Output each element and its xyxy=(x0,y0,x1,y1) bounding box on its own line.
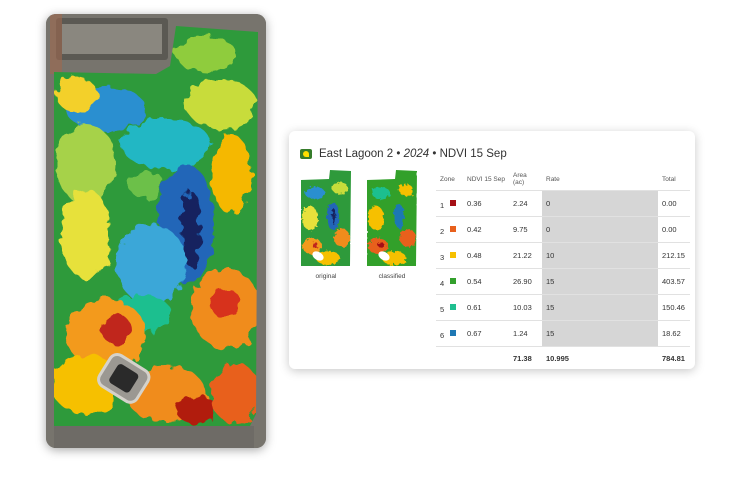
zone-number: 2 xyxy=(440,227,445,236)
average-rate: 10.995 xyxy=(542,346,658,369)
zone-number: 5 xyxy=(440,305,445,314)
totals-zone-cell xyxy=(436,346,463,369)
original-ndvi-thumbnail-image xyxy=(301,170,351,266)
zone-report-card: East Lagoon 2 • 2024 • NDVI 15 Sep origi… xyxy=(289,131,695,369)
zones-table: Zone NDVI 15 Sep Area (ac) Rate Total 10… xyxy=(436,168,690,369)
total-cell: 150.46 xyxy=(658,294,690,321)
title-separator: • xyxy=(393,148,404,160)
total-cell: 403.57 xyxy=(658,268,690,295)
zone-color-swatch-icon xyxy=(450,200,456,207)
table-row: 3 0.48 21.22 10 212.15 xyxy=(436,242,690,269)
rate-input-cell[interactable]: 10 xyxy=(542,242,658,269)
classified-zones-thumbnail-image xyxy=(367,170,417,266)
rate-input-cell[interactable]: 15 xyxy=(542,320,658,347)
rate-input-cell[interactable]: 0 xyxy=(542,190,658,217)
zone-cell: 3 xyxy=(436,242,463,269)
ndvi-cell: 0.36 xyxy=(463,190,509,217)
table-row: 6 0.67 1.24 15 18.62 xyxy=(436,320,690,347)
classified-thumbnail[interactable] xyxy=(366,168,418,268)
zone-number: 4 xyxy=(440,279,445,288)
table-header-row: Zone NDVI 15 Sep Area (ac) Rate Total xyxy=(436,168,690,191)
rate-input-cell[interactable]: 0 xyxy=(542,216,658,243)
area-cell: 9.75 xyxy=(509,216,542,243)
zone-cell: 5 xyxy=(436,294,463,321)
total-cell: 18.62 xyxy=(658,320,690,347)
zone-number: 1 xyxy=(440,201,445,210)
ndvi-cell: 0.48 xyxy=(463,242,509,269)
ndvi-field-map[interactable] xyxy=(46,14,266,448)
ndvi-cell: 0.54 xyxy=(463,268,509,295)
ndvi-cell: 0.67 xyxy=(463,320,509,347)
ndvi-cell: 0.42 xyxy=(463,216,509,243)
total-cell: 0.00 xyxy=(658,190,690,217)
zone-cell: 6 xyxy=(436,320,463,347)
zone-color-swatch-icon xyxy=(450,226,456,233)
original-thumbnail-label: original xyxy=(315,273,337,280)
zone-cell: 4 xyxy=(436,268,463,295)
title-separator-2: • xyxy=(429,148,440,160)
area-cell: 26.90 xyxy=(509,268,542,295)
total-cell: 212.15 xyxy=(658,242,690,269)
total-area: 71.38 xyxy=(509,346,542,369)
table-row: 4 0.54 26.90 15 403.57 xyxy=(436,268,690,295)
header-ndvi: NDVI 15 Sep xyxy=(467,175,505,183)
layer-name: NDVI 15 Sep xyxy=(439,148,507,160)
ndvi-cell: 0.61 xyxy=(463,294,509,321)
area-cell: 1.24 xyxy=(509,320,542,347)
area-cell: 21.22 xyxy=(509,242,542,269)
rate-input-cell[interactable]: 15 xyxy=(542,294,658,321)
table-row: 1 0.36 2.24 0 0.00 xyxy=(436,190,690,217)
header-rate: Rate xyxy=(546,175,560,183)
header-total: Total xyxy=(662,175,676,183)
header-area: Area (ac) xyxy=(513,172,527,186)
table-row: 2 0.42 9.75 0 0.00 xyxy=(436,216,690,243)
john-deere-logo-icon xyxy=(300,149,312,159)
classified-thumbnail-label: classified xyxy=(378,273,406,280)
zone-cell: 2 xyxy=(436,216,463,243)
area-cell: 10.03 xyxy=(509,294,542,321)
zone-color-swatch-icon xyxy=(450,252,456,259)
zone-number: 6 xyxy=(440,331,445,340)
totals-row: 71.38 10.995 784.81 xyxy=(436,346,690,369)
original-thumbnail[interactable] xyxy=(300,168,352,268)
total-cell: 0.00 xyxy=(658,216,690,243)
grand-total: 784.81 xyxy=(658,346,690,369)
zone-color-swatch-icon xyxy=(450,330,456,337)
zone-color-swatch-icon xyxy=(450,304,456,311)
zone-color-swatch-icon xyxy=(450,278,456,285)
totals-ndvi-cell xyxy=(463,346,509,369)
ndvi-map-graphic xyxy=(46,14,266,448)
card-title: East Lagoon 2 • 2024 • NDVI 15 Sep xyxy=(300,146,507,162)
rate-input-cell[interactable]: 15 xyxy=(542,268,658,295)
season-year: 2024 xyxy=(403,148,430,160)
zone-cell: 1 xyxy=(436,190,463,217)
zone-number: 3 xyxy=(440,253,445,262)
area-cell: 2.24 xyxy=(509,190,542,217)
header-zone: Zone xyxy=(440,175,455,183)
table-row: 5 0.61 10.03 15 150.46 xyxy=(436,294,690,321)
field-name: East Lagoon 2 xyxy=(319,148,394,160)
